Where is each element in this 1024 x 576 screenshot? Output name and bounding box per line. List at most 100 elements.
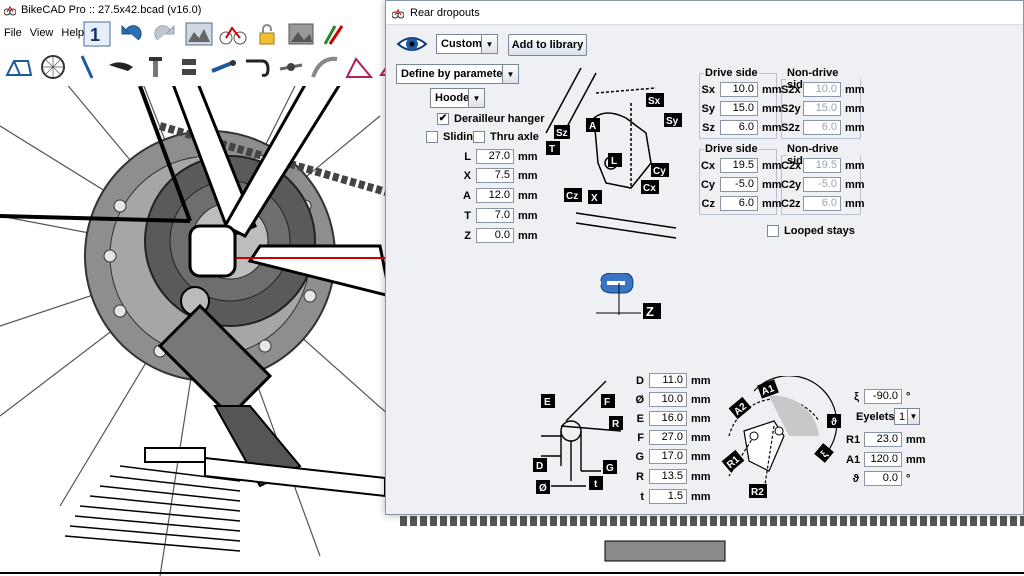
r1-input[interactable]: 23.0 <box>864 432 902 447</box>
unit-label: mm <box>518 150 538 163</box>
undo-icon[interactable] <box>116 20 146 48</box>
unit-label: mm <box>518 229 538 242</box>
sx-input[interactable]: 10.0 <box>720 82 758 97</box>
sy-input[interactable]: 15.0 <box>720 101 758 116</box>
param-e-input[interactable]: 16.0 <box>649 411 687 426</box>
s2z-input[interactable]: 6.0 <box>803 120 841 135</box>
background-image-icon[interactable] <box>184 20 214 48</box>
unit-label: mm <box>762 197 782 210</box>
param-row-t: T 7.0 mm <box>446 207 538 224</box>
rack-icon[interactable] <box>344 53 374 81</box>
dimension-mode-icon[interactable]: 1 <box>82 20 112 48</box>
sliding-checkbox[interactable]: Sliding <box>426 131 480 143</box>
fender-icon[interactable] <box>310 53 340 81</box>
fork-icon[interactable] <box>72 53 102 81</box>
lock-icon[interactable] <box>252 20 282 48</box>
diagram-label: Ø <box>539 483 547 494</box>
c2z-input[interactable]: 6.0 <box>803 196 841 211</box>
rear-dropouts-dialog: Rear dropouts Custom ▼ Add to library De… <box>385 0 1024 515</box>
group-title: Drive side <box>705 67 758 79</box>
photo-icon[interactable] <box>286 20 316 48</box>
diagram-label: ϑ <box>831 417 837 428</box>
param-label: D <box>636 374 644 387</box>
theta-input[interactable]: 0.0 <box>864 471 902 486</box>
visibility-eye-icon[interactable] <box>396 33 428 55</box>
sz-input[interactable]: 6.0 <box>720 120 758 135</box>
param-l-input[interactable]: 27.0 <box>476 149 514 164</box>
headset-icon[interactable] <box>174 53 204 81</box>
toolbar-parts <box>0 52 442 82</box>
eyelets-select[interactable]: 1 ▼ <box>894 408 920 425</box>
wheel-icon[interactable] <box>38 53 68 81</box>
param-row-t-thickness: t 1.5 mm <box>631 488 711 505</box>
diagram-label: L <box>611 156 617 167</box>
redo-icon[interactable] <box>150 20 180 48</box>
menu-file[interactable]: File <box>0 27 26 39</box>
param-label: Ø <box>635 393 644 406</box>
param-g-input[interactable]: 17.0 <box>649 449 687 464</box>
param-row-d: D 11.0 mm <box>631 372 711 389</box>
frame-icon[interactable] <box>4 53 34 81</box>
add-to-library-button[interactable]: Add to library <box>508 34 587 56</box>
unit-label: mm <box>845 121 865 134</box>
param-diameter-input[interactable]: 10.0 <box>649 392 687 407</box>
param-t-input[interactable]: 7.0 <box>476 208 514 223</box>
cz-input[interactable]: 6.0 <box>720 196 758 211</box>
param-row-a: A 12.0 mm <box>446 187 538 204</box>
preset-select[interactable]: Custom ▼ <box>436 34 498 54</box>
s2y-input[interactable]: 15.0 <box>803 101 841 116</box>
c2x-input[interactable]: 19.5 <box>803 158 841 173</box>
seatpost-icon[interactable] <box>140 53 170 81</box>
unit-label: mm <box>845 178 865 191</box>
param-z-input[interactable]: 0.0 <box>476 228 514 243</box>
param-t-thickness-input[interactable]: 1.5 <box>649 489 687 504</box>
derailleur-hanger-label: Derailleur hanger <box>454 113 545 125</box>
dropout-type-select[interactable]: Hooded ▼ <box>430 88 485 108</box>
a1-row: A1 120.0 mm <box>846 451 926 468</box>
param-label: ϑ <box>852 472 859 485</box>
param-label: t <box>640 490 644 503</box>
s2x-input[interactable]: 10.0 <box>803 82 841 97</box>
param-r-input[interactable]: 13.5 <box>649 469 687 484</box>
unit-label: mm <box>518 169 538 182</box>
param-x-input[interactable]: 7.5 <box>476 168 514 183</box>
param-d-input[interactable]: 11.0 <box>649 373 687 388</box>
saddle-icon[interactable] <box>106 53 136 81</box>
param-label: S2x <box>781 83 801 96</box>
c2y-input[interactable]: -5.0 <box>803 177 841 192</box>
crank-icon[interactable] <box>276 53 306 81</box>
cy-input[interactable]: -5.0 <box>720 177 758 192</box>
bike-view-icon[interactable] <box>218 20 248 48</box>
param-row-f: F 27.0 mm <box>631 429 711 446</box>
thru-axle-checkbox[interactable]: Thru axle <box>473 131 539 143</box>
param-a-input[interactable]: 12.0 <box>476 188 514 203</box>
sy-row: Sy 15.0 mm <box>700 100 782 117</box>
unit-label: mm <box>762 159 782 172</box>
preset-value: Custom <box>441 38 482 50</box>
unit-label: mm <box>762 102 782 115</box>
c2x-row: C2x 19.5 mm <box>781 157 865 174</box>
param-label: G <box>635 450 644 463</box>
param-f-input[interactable]: 27.0 <box>649 430 687 445</box>
chevron-down-icon: ▼ <box>481 35 497 53</box>
param-label: Cx <box>700 159 715 172</box>
cx-input[interactable]: 19.5 <box>720 158 758 173</box>
handlebar-icon[interactable] <box>242 53 272 81</box>
param-label: C2z <box>781 197 801 210</box>
stem-icon[interactable] <box>208 53 238 81</box>
param-label: R <box>636 470 644 483</box>
c2z-row: C2z 6.0 mm <box>781 195 865 212</box>
xi-input[interactable]: -90.0 <box>864 389 902 404</box>
diagram-label: T <box>549 144 555 155</box>
derailleur-hanger-checkbox[interactable]: ✔ Derailleur hanger <box>437 113 544 125</box>
menu-view[interactable]: View <box>26 27 58 39</box>
looped-stays-checkbox[interactable]: Looped stays <box>767 225 855 237</box>
param-row-diameter: Ø 10.0 mm <box>631 391 711 408</box>
frame-colors-icon[interactable] <box>320 20 350 48</box>
diagram-label: R <box>612 419 620 430</box>
diagram-label: Sz <box>556 128 568 139</box>
checkbox-box <box>767 225 779 237</box>
define-mode-select[interactable]: Define by parameters ▼ <box>396 64 519 84</box>
param-label: E <box>636 412 644 425</box>
a1-input[interactable]: 120.0 <box>864 452 902 467</box>
